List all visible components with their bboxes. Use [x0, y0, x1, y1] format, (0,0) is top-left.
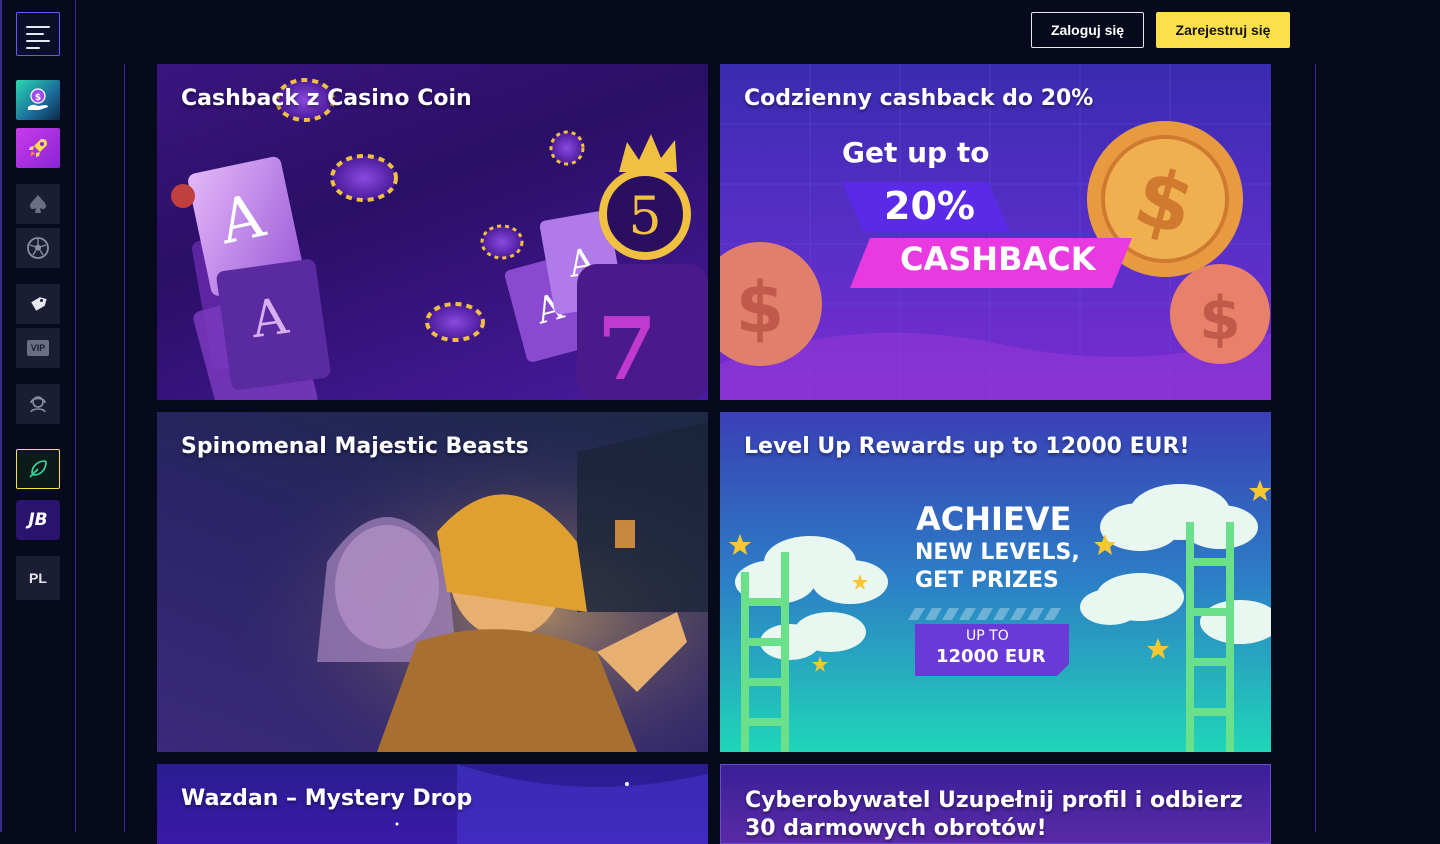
vip-icon: VIP: [27, 340, 49, 356]
promo-title: Wazdan – Mystery Drop: [181, 786, 473, 811]
promo-card-cyberobywatel[interactable]: Cyberobywatel Uzupełnij profil i odbierz…: [720, 764, 1271, 844]
promo-title: Cyberobywatel Uzupełnij profil i odbierz…: [745, 788, 1243, 841]
promo-card-majestic-beasts[interactable]: Spinomenal Majestic Beasts: [157, 412, 708, 752]
promo-title: Spinomenal Majestic Beasts: [181, 434, 529, 459]
svg-text:7: 7: [597, 299, 657, 400]
sidebar-item-casino[interactable]: [16, 184, 60, 224]
svg-text:$: $: [35, 93, 41, 103]
menu-line-icon: [26, 26, 50, 28]
login-button[interactable]: Zaloguj się: [1031, 12, 1144, 48]
football-icon: [27, 237, 49, 259]
promo-art-text: UP TO: [966, 628, 1009, 644]
promo-image-majestic-beasts: [157, 412, 708, 752]
sidebar-item-boost[interactable]: [16, 128, 60, 168]
promo-art-text: CASHBACK: [900, 240, 1096, 278]
promo-image-cashback: $ $ $: [720, 64, 1271, 400]
promo-card-daily-cashback[interactable]: $ $ $ Codzienny cashback do 20% Get up t…: [720, 64, 1271, 400]
promo-card-level-up[interactable]: Level Up Rewards up to 12000 EUR! ACHIEV…: [720, 412, 1271, 752]
sidebar-item-cashback[interactable]: $: [16, 80, 60, 120]
sidebar-item-feature[interactable]: [16, 449, 60, 489]
svg-text:$: $: [736, 267, 785, 349]
menu-line-icon: [26, 33, 44, 35]
promo-card-mystery-drop[interactable]: Wazdan – Mystery Drop: [157, 764, 708, 844]
promo-title: Level Up Rewards up to 12000 EUR!: [744, 434, 1190, 459]
promo-image-cards-chips: A A A A 5 7: [171, 78, 708, 400]
register-button[interactable]: Zarejestruj się: [1156, 12, 1290, 48]
promo-title: Cashback z Casino Coin: [181, 86, 472, 111]
jb-logo-icon: JB: [28, 510, 48, 530]
menu-line-icon: [26, 40, 50, 42]
language-selector[interactable]: PL: [16, 556, 60, 600]
promo-title: Codzienny cashback do 20%: [744, 86, 1094, 111]
promo-card-casino-coin[interactable]: A A A A 5 7 Cashback z Casino Coin: [157, 64, 708, 400]
svg-text:$: $: [1199, 284, 1241, 354]
coin-hand-icon: $: [28, 88, 48, 110]
sidebar-item-support[interactable]: [16, 384, 60, 424]
promo-art-text: ACHIEVE: [916, 500, 1072, 538]
tag-icon: [31, 297, 47, 311]
support-agent-icon: [30, 396, 46, 413]
sidebar-item-vip[interactable]: VIP: [16, 328, 60, 368]
sidebar-item-jb[interactable]: JB: [16, 500, 60, 540]
promo-art-text: GET PRIZES: [915, 568, 1059, 593]
promo-art-text: Get up to: [842, 136, 990, 169]
leaf-rocket-icon: [29, 460, 47, 478]
vip-label: VIP: [30, 343, 46, 353]
rocket-icon: [29, 139, 47, 157]
promo-art-text: 20%: [884, 184, 975, 228]
promo-art-text: 12000 EUR: [936, 646, 1046, 667]
sidebar-item-sports[interactable]: [16, 228, 60, 268]
language-label: PL: [29, 570, 47, 586]
svg-text:5: 5: [628, 187, 661, 247]
sidebar-item-promotions[interactable]: [16, 284, 60, 324]
promo-art-text: NEW LEVELS,: [915, 540, 1080, 565]
menu-toggle-button[interactable]: [16, 12, 60, 56]
spade-icon: [30, 195, 46, 213]
sidebar: $ VIP JB PL: [0, 0, 76, 832]
menu-line-icon: [26, 47, 40, 49]
